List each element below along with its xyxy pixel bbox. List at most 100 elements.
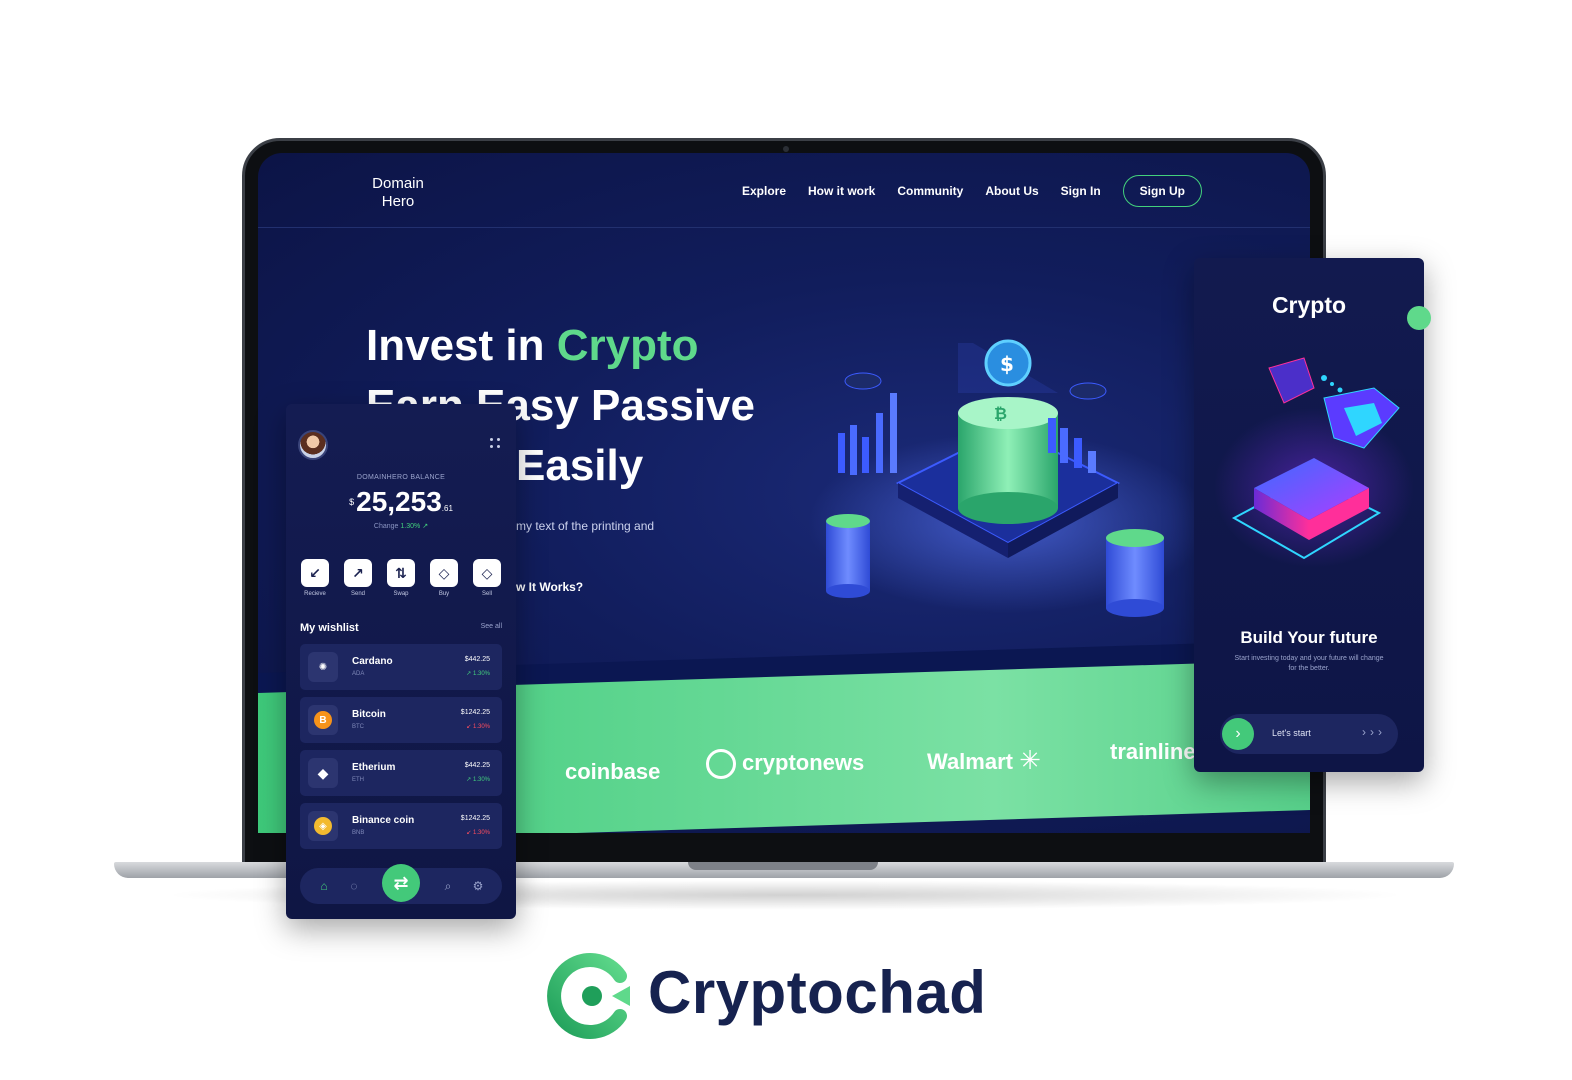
how-it-works-link[interactable]: w It Works? — [516, 580, 583, 594]
balance-currency: $ — [349, 497, 355, 507]
brand-line-1: Domain — [372, 175, 424, 192]
lets-start-label: Let's start — [1272, 728, 1311, 738]
main-nav: Explore How it work Community About Us S… — [742, 175, 1202, 207]
coin-name: Etherium — [352, 762, 396, 773]
coin-price: $442.25 — [464, 656, 490, 663]
green-dot-indicator — [1407, 306, 1431, 330]
sign-up-button[interactable]: Sign Up — [1122, 175, 1202, 207]
coin-symbol: BTC — [352, 724, 364, 730]
change-value: 1.30% — [400, 523, 421, 530]
swap-fab-button[interactable]: ⇄ — [382, 864, 420, 902]
crypto-illustration: ₿ $ — [808, 339, 1208, 617]
wishlist-title: My wishlist — [300, 622, 359, 634]
coin-symbol: ETH — [352, 777, 364, 783]
walmart-spark-icon: ✳ — [1019, 745, 1041, 775]
walmart-label: Walmart — [927, 749, 1013, 774]
card-description: Start investing today and your future wi… — [1234, 655, 1384, 672]
change-label: Change — [373, 523, 399, 530]
action-label: Buy — [438, 591, 450, 597]
balance-decimal: .61 — [441, 504, 453, 513]
action-label: Sell — [481, 591, 492, 597]
hero-title-accent: Crypto — [556, 321, 699, 370]
action-label: Swap — [393, 591, 409, 597]
nav-sign-in[interactable]: Sign In — [1061, 184, 1101, 198]
partner-cryptonews: cryptonews — [706, 749, 864, 779]
bitcoin-icon: B — [308, 705, 338, 735]
gear-icon[interactable]: ⚙ — [470, 878, 486, 894]
webcam — [783, 146, 789, 152]
card-heading: Build Your future — [1240, 628, 1378, 647]
hero-description: my text of the printing and — [516, 519, 655, 533]
tag-icon: ◇ — [473, 559, 501, 587]
home-icon[interactable]: ⌂ — [316, 878, 332, 894]
nav-community[interactable]: Community — [897, 184, 963, 198]
list-item[interactable]: ◈ Binance coin BNB $1242.25 ↙ 1.30% — [300, 803, 502, 849]
onboarding-card: Crypto Build Your future Start investing… — [1194, 258, 1424, 772]
arrow-up-right-icon: ↗ — [344, 559, 372, 587]
list-item[interactable]: B Bitcoin BTC $1242.25 ↙ 1.30% — [300, 697, 502, 743]
svg-text:$: $ — [1000, 352, 1014, 376]
header-divider — [258, 227, 1310, 228]
send-button[interactable]: ↗ Send — [343, 559, 373, 597]
brand-line-2: Hero — [381, 193, 415, 210]
trend-up-icon: ↗ — [422, 523, 429, 530]
see-all-link[interactable]: See all — [481, 623, 502, 630]
partner-walmart: Walmart ✳ — [927, 745, 1041, 776]
coin-name: Binance coin — [352, 815, 415, 826]
coin-change: ↗ 1.30% — [466, 671, 490, 677]
swap-icon: ⇅ — [387, 559, 415, 587]
svg-text:₿: ₿ — [994, 404, 1007, 423]
avatar[interactable] — [298, 430, 328, 460]
list-item[interactable]: ◆ Etherium ETH $442.25 ↗ 1.30% — [300, 750, 502, 796]
nav-about-us[interactable]: About Us — [985, 184, 1038, 198]
quick-actions: ↙ Recieve ↗ Send ⇅ Swap ◇ Buy ◇ Sell — [300, 559, 502, 597]
ethereum-icon: ◆ — [308, 758, 338, 788]
coin-change: ↗ 1.30% — [466, 777, 490, 783]
coin-price: $442.25 — [464, 762, 490, 769]
balance-label: DOMAINHERO BALANCE — [356, 474, 446, 481]
balance-value: $25,253.61 — [286, 486, 516, 518]
action-label: Recieve — [304, 591, 326, 597]
nav-how-it-work[interactable]: How it work — [808, 184, 875, 198]
site-logo[interactable]: Domain Hero — [368, 175, 428, 211]
balance-change: Change 1.30% ↗ — [286, 522, 516, 530]
swap-arrows-icon: ⇄ — [393, 872, 409, 893]
coin-symbol: BNB — [352, 830, 365, 836]
chat-icon[interactable]: ◌ — [346, 878, 362, 894]
balance-main: 25,253 — [356, 486, 442, 517]
sell-button[interactable]: ◇ Sell — [472, 559, 502, 597]
coin-change: ↙ 1.30% — [466, 724, 490, 730]
list-item[interactable]: ✺ Cardano ADA $442.25 ↗ 1.30% — [300, 644, 502, 690]
hero-title-prefix: Invest in — [366, 321, 557, 370]
coin-change: ↙ 1.30% — [466, 830, 490, 836]
cube-illustration — [1214, 357, 1414, 568]
menu-dots-icon[interactable] — [490, 438, 502, 450]
laptop-notch — [688, 862, 878, 870]
buy-button[interactable]: ◇ Buy — [429, 559, 459, 597]
brand-wordmark: Cryptochad — [648, 959, 987, 1026]
binance-icon: ◈ — [308, 811, 338, 841]
search-icon[interactable]: ⌕ — [440, 878, 456, 894]
coin-price: $1242.25 — [460, 709, 490, 716]
hero-title-line-3: Easily — [516, 441, 644, 490]
chevrons-icon: ››› — [1362, 725, 1386, 739]
mobile-wallet-app: DOMAINHERO BALANCE $25,253.61 Change 1.3… — [286, 404, 516, 919]
cryptonews-icon — [706, 749, 736, 779]
coin-name: Cardano — [352, 656, 393, 667]
lets-start-slider[interactable]: › Let's start ››› — [1220, 714, 1398, 754]
chevron-right-icon[interactable]: › — [1222, 718, 1254, 750]
partner-trainline: trainline — [1110, 739, 1196, 764]
coin-name: Bitcoin — [352, 709, 386, 720]
nav-explore[interactable]: Explore — [742, 184, 786, 198]
tag-icon: ◇ — [430, 559, 458, 587]
bottom-tab-bar: ⌂ ◌ ⇄ ⌕ ⚙ — [300, 864, 502, 904]
cryptochad-logo-icon — [547, 953, 630, 1039]
action-label: Send — [350, 591, 365, 597]
coin-symbol: ADA — [352, 671, 365, 677]
cryptonews-label: cryptonews — [742, 749, 865, 775]
arrow-down-left-icon: ↙ — [301, 559, 329, 587]
swap-button[interactable]: ⇅ Swap — [386, 559, 416, 597]
partner-coinbase: coinbase — [565, 759, 661, 784]
receive-button[interactable]: ↙ Recieve — [300, 559, 330, 597]
hero-title-line-1: Invest in Crypto — [366, 321, 699, 371]
